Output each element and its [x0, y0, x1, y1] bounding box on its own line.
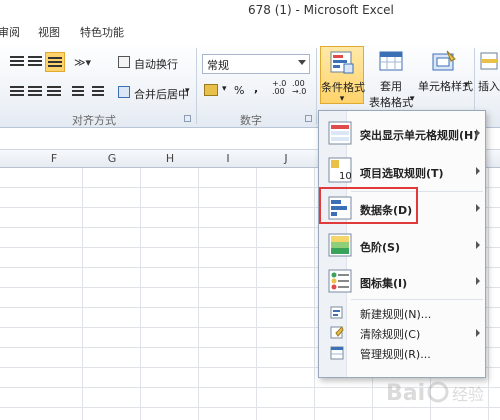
alignment-group-label: 对齐方式	[72, 114, 116, 127]
chevron-down-icon[interactable]: ▾	[410, 94, 415, 104]
submenu-arrow-icon	[476, 329, 480, 337]
conditional-formatting-menu: 突出显示单元格规则(H) 10 项目选取规则(T) 数据条(D) 色阶(S) 图…	[318, 110, 486, 378]
menu-item-manage-rules[interactable]: 管理规则(R)...	[320, 343, 486, 363]
menu-item-label: 新建规则(N)...	[360, 308, 432, 321]
align-left-icon[interactable]	[10, 86, 24, 98]
top-bottom-rules-icon: 10	[328, 157, 352, 183]
chevron-down-icon[interactable]: ▾	[464, 80, 469, 90]
menu-item-icon-sets[interactable]: 图标集(I)	[320, 263, 486, 299]
column-header[interactable]: H	[141, 152, 199, 165]
format-as-table-icon	[379, 51, 403, 71]
group-separator	[196, 48, 197, 124]
currency-dropdown-icon[interactable]: ▾	[222, 84, 227, 94]
merge-dropdown-arrow-icon[interactable]: ▾	[185, 86, 190, 96]
conditional-formatting-label: 条件格式	[321, 81, 365, 94]
align-top-icon[interactable]	[10, 56, 24, 68]
decrease-decimal-button[interactable]: .00 →.0	[292, 80, 306, 96]
format-as-table-button[interactable]: 套用 表格格式	[368, 46, 414, 109]
menu-item-highlight-cells-rules[interactable]: 突出显示单元格规则(H)	[320, 115, 486, 151]
tab-review[interactable]: 审阅	[0, 24, 20, 40]
chevron-down-icon: ▾	[339, 94, 345, 104]
cell-styles-button[interactable]: 单元格样式	[418, 46, 473, 104]
format-as-table-label-1: 套用	[380, 80, 402, 93]
number-format-select[interactable]: 常规	[202, 54, 310, 74]
align-center-icon[interactable]	[28, 86, 42, 98]
title-bar: 678 (1) - Microsoft Excel	[0, 0, 500, 20]
submenu-arrow-icon	[476, 277, 480, 285]
menu-item-top-bottom-rules[interactable]: 10 项目选取规则(T)	[320, 151, 486, 189]
wrap-text-button[interactable]: 自动换行	[134, 56, 178, 72]
align-right-icon[interactable]	[47, 86, 61, 98]
submenu-arrow-icon	[476, 129, 480, 137]
manage-rules-icon	[330, 346, 344, 360]
annotation-highlight-box	[319, 187, 418, 224]
column-header[interactable]: I	[199, 152, 257, 165]
conditional-formatting-icon	[330, 51, 354, 74]
icon-sets-icon	[328, 269, 352, 293]
insert-label: 插入	[478, 80, 500, 93]
number-dialog-launcher-icon[interactable]	[305, 115, 312, 122]
window-title: 678 (1) - Microsoft Excel	[248, 3, 394, 17]
highlight-cells-icon	[328, 121, 352, 145]
orientation-icon[interactable]: ≫▾	[74, 56, 92, 69]
cell-styles-icon	[432, 50, 456, 71]
menu-item-color-scales[interactable]: 色阶(S)	[320, 227, 486, 263]
decrease-indent-icon[interactable]	[72, 86, 84, 98]
alignment-dialog-launcher-icon[interactable]	[184, 115, 191, 122]
insert-button[interactable]: 插入	[478, 46, 500, 104]
currency-icon[interactable]	[204, 84, 218, 96]
merge-center-icon	[118, 86, 130, 98]
color-scales-icon	[328, 233, 352, 257]
menu-item-label: 色阶(S)	[360, 241, 400, 254]
menu-separator	[351, 299, 483, 300]
ribbon-tabs: 审阅 视图 特色功能	[0, 20, 500, 42]
wrap-text-icon	[118, 56, 130, 68]
menu-item-label: 管理规则(R)...	[360, 348, 431, 361]
submenu-arrow-icon	[476, 204, 480, 212]
menu-item-label: 图标集(I)	[360, 277, 408, 290]
chevron-down-icon	[298, 60, 306, 65]
svg-text:经验: 经验	[452, 385, 484, 404]
menu-item-new-rule[interactable]: 新建规则(N)...	[320, 303, 486, 323]
increase-decimal-button[interactable]: +.0 .00	[272, 80, 286, 96]
cell-styles-label: 单元格样式	[418, 80, 473, 93]
column-header[interactable]: J	[257, 152, 315, 165]
number-group-label: 数字	[240, 114, 262, 127]
format-as-table-label-2: 表格格式	[369, 96, 413, 109]
column-header[interactable]: G	[83, 152, 141, 165]
align-middle-icon[interactable]	[28, 56, 42, 68]
conditional-formatting-button[interactable]: 条件格式 ▾	[320, 46, 365, 104]
new-rule-icon	[330, 306, 343, 319]
group-separator	[316, 48, 317, 124]
svg-text:Bai: Bai	[386, 381, 425, 406]
column-header[interactable]: F	[25, 152, 83, 165]
submenu-arrow-icon	[476, 167, 480, 175]
percent-button[interactable]: %	[234, 84, 244, 97]
menu-item-label: 项目选取规则(T)	[360, 167, 444, 180]
svg-text:10: 10	[339, 171, 352, 182]
watermark-logo: Bai 经验	[386, 372, 496, 412]
menu-item-clear-rules[interactable]: 清除规则(C)	[320, 323, 486, 343]
merge-center-button[interactable]: 合并后居中	[134, 86, 189, 102]
menu-item-label: 清除规则(C)	[360, 328, 421, 341]
menu-item-label: 突出显示单元格规则(H)	[360, 129, 479, 142]
submenu-arrow-icon	[476, 241, 480, 249]
insert-cells-icon	[480, 52, 498, 70]
number-format-value: 常规	[207, 59, 229, 72]
tab-view[interactable]: 视图	[38, 24, 60, 40]
comma-style-button[interactable]: ,	[254, 82, 258, 95]
clear-rules-icon	[330, 326, 344, 339]
increase-indent-icon[interactable]	[92, 86, 104, 98]
align-bottom-active[interactable]	[45, 52, 65, 72]
tab-special-features[interactable]: 特色功能	[80, 24, 124, 40]
